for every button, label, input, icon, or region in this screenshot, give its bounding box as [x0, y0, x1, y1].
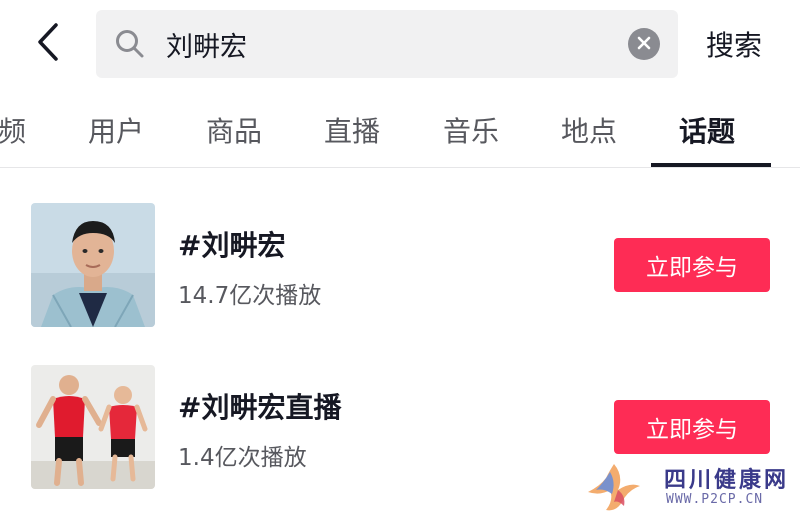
topic-play-count: 14.7亿次播放: [178, 283, 322, 309]
phoenix-logo-icon: [584, 460, 644, 514]
tab-users[interactable]: 用户: [88, 110, 144, 150]
search-input[interactable]: [166, 22, 606, 66]
chevron-left-icon: [36, 22, 60, 66]
search-header: 搜索: [0, 0, 800, 92]
result-category-tabs: 频 用户 商品 直播 音乐 地点 话题: [0, 100, 800, 168]
tab-music[interactable]: 音乐: [443, 110, 499, 150]
tab-places[interactable]: 地点: [561, 110, 617, 150]
tab-topics[interactable]: 话题: [679, 110, 735, 150]
topic-title: #刘畊宏: [178, 229, 286, 262]
search-box[interactable]: [96, 10, 678, 78]
topic-thumbnail: [31, 365, 155, 489]
close-icon: [637, 35, 651, 54]
join-topic-button[interactable]: 立即参与: [614, 400, 770, 454]
tab-products[interactable]: 商品: [206, 110, 262, 150]
topic-play-count: 1.4亿次播放: [178, 445, 307, 471]
tab-live[interactable]: 直播: [324, 110, 380, 150]
site-watermark: 四川健康网 WWW.P2CP.CN: [580, 458, 790, 516]
back-button[interactable]: [28, 22, 68, 66]
join-topic-button[interactable]: 立即参与: [614, 238, 770, 292]
search-icon: [114, 28, 146, 60]
search-submit-button[interactable]: 搜索: [706, 24, 762, 64]
tab-video[interactable]: 频: [0, 110, 26, 150]
topic-title: #刘畊宏直播: [178, 391, 342, 424]
topic-thumbnail: [31, 203, 155, 327]
active-tab-indicator: [651, 163, 771, 167]
topic-result-item[interactable]: #刘畊宏 14.7亿次播放 立即参与: [0, 198, 800, 328]
watermark-site-name: 四川健康网: [664, 468, 790, 493]
watermark-url: WWW.P2CP.CN: [666, 492, 764, 507]
clear-search-button[interactable]: [628, 28, 660, 60]
